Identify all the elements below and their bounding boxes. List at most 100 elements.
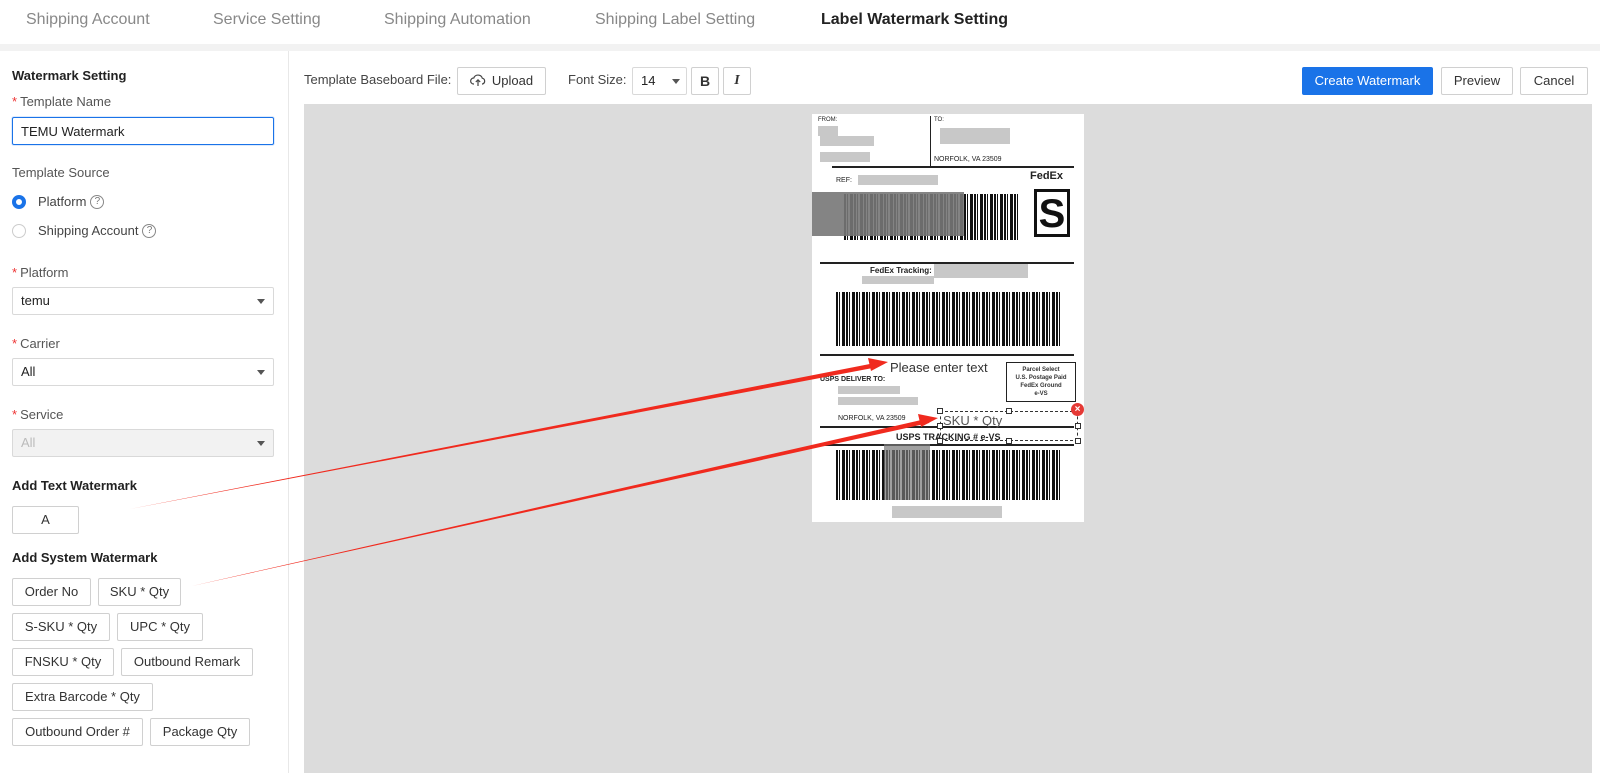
service-letter-box: S bbox=[1034, 189, 1070, 237]
font-size-label: Font Size: bbox=[568, 72, 627, 87]
help-icon[interactable]: ? bbox=[142, 223, 157, 238]
cancel-button[interactable]: Cancel bbox=[1520, 67, 1588, 95]
redacted-text bbox=[838, 386, 900, 394]
platform-select[interactable]: temu bbox=[12, 287, 274, 315]
chevron-down-icon bbox=[257, 370, 265, 375]
redacted-text bbox=[812, 192, 964, 236]
divider bbox=[820, 354, 1074, 356]
redacted-text bbox=[940, 128, 1010, 144]
template-name-label: * Template Name bbox=[12, 94, 112, 109]
fnsku-qty-button[interactable]: FNSKU * Qty bbox=[12, 648, 114, 676]
add-text-watermark-title: Add Text Watermark bbox=[12, 478, 137, 493]
fedex-logo: FedEx bbox=[1030, 170, 1064, 182]
tab-service-setting[interactable]: Service Setting bbox=[213, 11, 321, 29]
sku-qty-button[interactable]: SKU * Qty bbox=[98, 578, 181, 606]
redacted-text bbox=[892, 506, 1002, 518]
upc-qty-button[interactable]: UPC * Qty bbox=[117, 613, 203, 641]
radio-platform-label: Platform bbox=[38, 194, 87, 209]
divider bbox=[930, 116, 931, 166]
preview-button[interactable]: Preview bbox=[1441, 67, 1513, 95]
order-no-button[interactable]: Order No bbox=[12, 578, 91, 606]
divider bbox=[820, 444, 1074, 446]
ref-label: REF: bbox=[836, 177, 852, 184]
chevron-down-icon bbox=[672, 79, 680, 84]
service-select[interactable]: All bbox=[12, 429, 274, 457]
parcel-line: FedEx Ground bbox=[1020, 383, 1062, 389]
add-text-watermark-button[interactable]: A bbox=[12, 506, 79, 534]
service-label-text: Service bbox=[20, 407, 64, 422]
chevron-down-icon bbox=[257, 299, 265, 304]
carrier-select[interactable]: All bbox=[12, 358, 274, 386]
font-size-select[interactable]: 14 bbox=[632, 67, 687, 95]
close-icon[interactable]: × bbox=[1071, 403, 1084, 416]
upload-label: Upload bbox=[491, 73, 534, 88]
from-label: FROM: bbox=[818, 117, 838, 123]
cloud-upload-icon bbox=[469, 74, 486, 86]
platform-select-value: temu bbox=[21, 293, 50, 308]
redacted-text bbox=[934, 264, 1028, 278]
usps-city: NORFOLK, VA 23509 bbox=[838, 415, 906, 422]
redacted-text bbox=[858, 175, 938, 185]
s-sku-qty-button[interactable]: S-SKU * Qty bbox=[12, 613, 110, 641]
redacted-text bbox=[884, 444, 930, 500]
tab-label-watermark-setting[interactable]: Label Watermark Setting bbox=[821, 11, 1008, 29]
usps-deliver-to: USPS DELIVER TO: bbox=[820, 376, 886, 383]
divider bbox=[0, 44, 1600, 51]
package-qty-button[interactable]: Package Qty bbox=[150, 718, 250, 746]
service-select-value: All bbox=[21, 435, 36, 450]
platform-label: * Platform bbox=[12, 265, 69, 280]
section-title: Watermark Setting bbox=[12, 68, 127, 83]
resize-handle[interactable] bbox=[937, 423, 943, 429]
sku-watermark-text: SKU * Qty bbox=[943, 413, 1003, 428]
outbound-remark-button[interactable]: Outbound Remark bbox=[121, 648, 253, 676]
tab-shipping-account[interactable]: Shipping Account bbox=[26, 11, 150, 29]
shipping-label-preview: FROM: TO: NORFOLK, VA 23509 REF: FedEx S… bbox=[812, 114, 1084, 522]
tab-bar: Shipping Account Service Setting Shippin… bbox=[0, 0, 1600, 44]
resize-handle[interactable] bbox=[1006, 408, 1012, 414]
tab-shipping-automation[interactable]: Shipping Automation bbox=[384, 11, 531, 29]
resize-handle[interactable] bbox=[1075, 423, 1081, 429]
resize-handle[interactable] bbox=[937, 438, 943, 444]
parcel-select-box: Parcel Select U.S. Postage Paid FedEx Gr… bbox=[1006, 362, 1076, 402]
outbound-order-button[interactable]: Outbound Order # bbox=[12, 718, 143, 746]
extra-barcode-qty-button[interactable]: Extra Barcode * Qty bbox=[12, 683, 153, 711]
radio-unchecked-icon[interactable] bbox=[12, 223, 26, 238]
watermark-settings-panel: Watermark Setting *Template Name Templat… bbox=[0, 51, 289, 773]
service-label: * Service bbox=[12, 407, 64, 422]
redacted-text bbox=[820, 152, 870, 162]
sku-watermark-selection[interactable]: SKU * Qty bbox=[940, 411, 1078, 441]
carrier-label-text: Carrier bbox=[20, 336, 60, 351]
radio-checked-icon[interactable] bbox=[12, 194, 26, 209]
resize-handle[interactable] bbox=[937, 408, 943, 414]
upload-button[interactable]: Upload bbox=[457, 67, 546, 95]
carrier-select-value: All bbox=[21, 364, 36, 379]
bold-button[interactable]: B bbox=[691, 67, 719, 95]
tab-shipping-label-setting[interactable]: Shipping Label Setting bbox=[595, 11, 755, 29]
baseboard-file-label: Template Baseboard File: bbox=[304, 72, 452, 87]
radio-shipping-account[interactable]: Shipping Account ? bbox=[12, 223, 157, 238]
template-name-label-text: Template Name bbox=[20, 94, 112, 109]
parcel-line: Parcel Select bbox=[1022, 367, 1060, 373]
italic-button[interactable]: I bbox=[723, 67, 751, 95]
fedex-tracking-label: FedEx Tracking: bbox=[870, 266, 932, 275]
resize-handle[interactable] bbox=[1075, 438, 1081, 444]
redacted-text bbox=[818, 126, 838, 136]
radio-platform[interactable]: Platform ? bbox=[12, 194, 105, 209]
resize-handle[interactable] bbox=[1006, 438, 1012, 444]
redacted-text bbox=[820, 136, 874, 146]
radio-shipping-account-label: Shipping Account bbox=[38, 223, 139, 238]
add-system-watermark-title: Add System Watermark bbox=[12, 550, 158, 565]
parcel-line: U.S. Postage Paid bbox=[1015, 375, 1067, 381]
create-watermark-button[interactable]: Create Watermark bbox=[1302, 67, 1433, 95]
to-label: TO: bbox=[934, 117, 944, 123]
to-city: NORFOLK, VA 23509 bbox=[934, 156, 1002, 163]
chevron-down-icon bbox=[257, 441, 265, 446]
parcel-line: e-VS bbox=[1034, 391, 1048, 397]
redacted-text bbox=[862, 276, 934, 284]
text-watermark[interactable]: Please enter text bbox=[890, 360, 988, 375]
carrier-label: * Carrier bbox=[12, 336, 60, 351]
help-icon[interactable]: ? bbox=[90, 194, 105, 209]
platform-label-text: Platform bbox=[20, 265, 69, 280]
redacted-text bbox=[838, 397, 918, 405]
template-name-input[interactable] bbox=[12, 117, 274, 145]
